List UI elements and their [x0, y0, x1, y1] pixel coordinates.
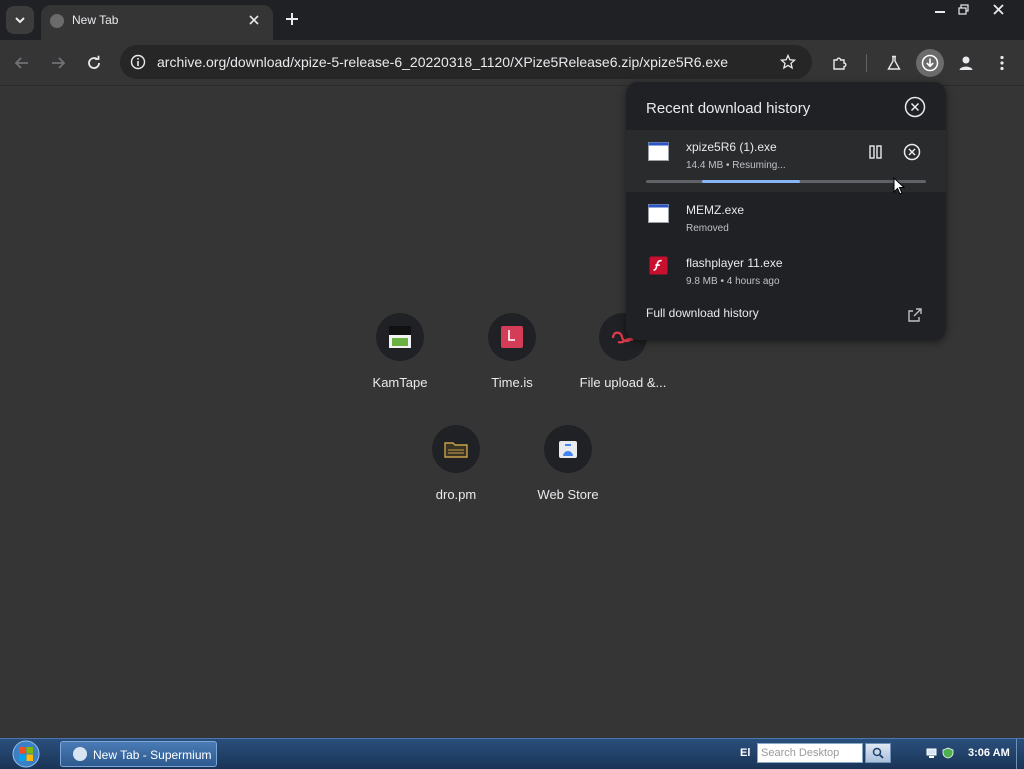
- search-desktop-button[interactable]: [865, 743, 891, 763]
- download-status: 9.8 MB • 4 hours ago: [686, 276, 780, 287]
- arrow-left-icon: [14, 57, 28, 69]
- download-item[interactable]: MEMZ.exe Removed: [626, 194, 946, 246]
- forward-button[interactable]: [44, 49, 72, 77]
- chevron-down-icon: [15, 17, 25, 24]
- download-status: Removed: [686, 223, 729, 234]
- popup-close-button[interactable]: [904, 96, 926, 118]
- reload-icon: [88, 55, 100, 69]
- shortcut-web-store[interactable]: Web Store: [512, 425, 624, 502]
- popup-title: Recent download history: [646, 100, 811, 117]
- show-desktop-button[interactable]: [1016, 739, 1024, 769]
- shortcut-dro-pm[interactable]: dro.pm: [400, 425, 512, 502]
- taskbar-item-label: New Tab - Supermium: [93, 748, 212, 762]
- globe-icon: [50, 14, 64, 28]
- close-circle-icon: [904, 96, 926, 118]
- folder-icon: [432, 425, 480, 473]
- close-icon: [249, 15, 259, 25]
- extensions-button[interactable]: [826, 49, 854, 77]
- shortcut-label: Web Store: [537, 487, 599, 502]
- tab-search-button[interactable]: [6, 6, 34, 34]
- cancel-circle-icon: [903, 143, 921, 161]
- taskbar-item-supermium[interactable]: New Tab - Supermium: [60, 741, 217, 767]
- arrow-right-icon: [52, 57, 66, 69]
- start-button[interactable]: [8, 740, 44, 768]
- new-tab-button[interactable]: [282, 9, 302, 29]
- bookmark-star-icon[interactable]: [778, 52, 798, 72]
- download-history-popup: Recent download history xpize5R6 (1).exe…: [626, 82, 946, 340]
- pause-button[interactable]: [866, 142, 886, 162]
- exe-window-icon: [648, 204, 669, 223]
- person-icon: [959, 56, 973, 70]
- network-icon[interactable]: [926, 747, 938, 759]
- kamtape-icon: [376, 313, 424, 361]
- download-progress-bar: [646, 180, 926, 183]
- clock[interactable]: 3:06 AM: [968, 747, 1010, 759]
- restore-icon: [958, 4, 969, 15]
- puzzle-icon: [833, 57, 847, 70]
- tab-title: New Tab: [72, 13, 119, 27]
- minimize-button[interactable]: [928, 1, 952, 18]
- taskbar: New Tab - Supermium El Search Desktop 3:…: [0, 738, 1024, 769]
- menu-button[interactable]: [988, 49, 1016, 77]
- search-desktop-input[interactable]: Search Desktop: [757, 743, 863, 763]
- download-item[interactable]: flashplayer 11.exe 9.8 MB • 4 hours ago: [626, 248, 946, 300]
- open-external-icon[interactable]: [907, 307, 923, 323]
- reload-button[interactable]: [80, 49, 108, 77]
- cancel-download-button[interactable]: [902, 142, 922, 162]
- close-icon: [992, 4, 1004, 15]
- toolbar-separator: [866, 54, 867, 72]
- download-progress-fill: [702, 180, 800, 183]
- supermium-icon: [73, 747, 87, 761]
- kebab-menu-icon: [1000, 55, 1004, 71]
- windows-logo-icon: [12, 740, 40, 768]
- search-icon: [872, 747, 884, 759]
- site-info-icon[interactable]: [128, 52, 148, 72]
- download-icon: [921, 54, 939, 72]
- download-filename: MEMZ.exe: [686, 203, 745, 217]
- pause-icon: [869, 145, 882, 159]
- time-is-icon: [488, 313, 536, 361]
- back-button[interactable]: [8, 49, 36, 77]
- exe-window-icon: [648, 142, 669, 161]
- web-store-icon: [544, 425, 592, 473]
- close-window-button[interactable]: [986, 1, 1010, 18]
- downloads-button[interactable]: [916, 49, 944, 77]
- address-bar[interactable]: archive.org/download/xpize-5-release-6_2…: [120, 45, 812, 79]
- profile-button[interactable]: [952, 49, 980, 77]
- shortcut-label: KamTape: [372, 375, 428, 390]
- tab-new-tab[interactable]: New Tab: [41, 5, 273, 40]
- shortcut-time-is[interactable]: Time.is: [456, 313, 568, 390]
- mouse-cursor-icon: [893, 177, 905, 195]
- shortcut-label: dro.pm: [435, 487, 477, 502]
- tab-close-button[interactable]: [244, 10, 264, 30]
- url-text: archive.org/download/xpize-5-release-6_2…: [157, 54, 728, 70]
- download-filename: xpize5R6 (1).exe: [686, 140, 777, 154]
- flash-icon: [649, 256, 668, 275]
- tab-strip: New Tab: [0, 0, 1024, 40]
- full-download-history-link[interactable]: Full download history: [646, 306, 759, 320]
- download-status: 14.4 MB • Resuming...: [686, 160, 786, 171]
- language-indicator[interactable]: El: [740, 747, 750, 759]
- shortcut-label: File upload &...: [579, 375, 667, 390]
- update-shield-icon[interactable]: [942, 747, 954, 759]
- toolbar: archive.org/download/xpize-5-release-6_2…: [0, 40, 1024, 86]
- restore-button[interactable]: [952, 1, 976, 18]
- download-filename: flashplayer 11.exe: [686, 256, 783, 270]
- minimize-icon: [935, 10, 945, 13]
- shortcut-label: Time.is: [491, 375, 533, 390]
- shortcut-kamtape[interactable]: KamTape: [344, 313, 456, 390]
- labs-button[interactable]: [880, 49, 908, 77]
- flask-icon: [887, 55, 901, 70]
- search-placeholder: Search Desktop: [761, 747, 840, 759]
- plus-icon: [286, 13, 298, 25]
